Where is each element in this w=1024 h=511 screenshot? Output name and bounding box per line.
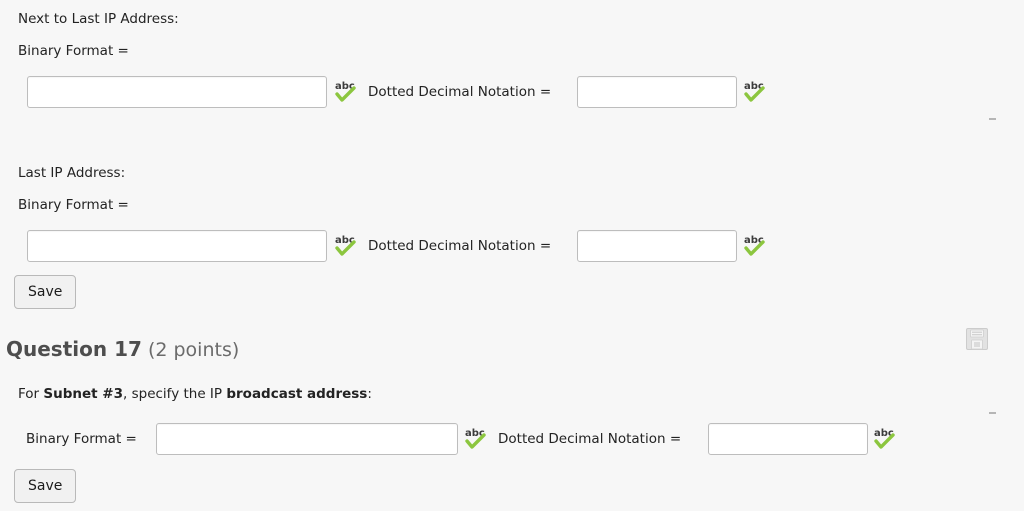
last-ip-dotted-input[interactable] xyxy=(577,230,737,262)
question-dotted-input[interactable] xyxy=(708,423,868,455)
abc-spellcheck-icon[interactable]: abc xyxy=(335,233,357,257)
prompt-emphasis: broadcast address xyxy=(226,386,368,402)
abc-spellcheck-icon[interactable]: abc xyxy=(744,79,766,103)
last-ip-heading: Last IP Address: xyxy=(18,165,126,181)
last-ip-binary-label: Binary Format = xyxy=(18,197,129,213)
quiz-page: Next to Last IP Address: Binary Format =… xyxy=(0,0,1024,511)
last-ip-binary-input[interactable] xyxy=(27,230,327,262)
question-title: Question 17 xyxy=(6,337,142,361)
question-points: (2 points) xyxy=(147,339,240,361)
save-button[interactable]: Save xyxy=(14,469,77,503)
prompt-subject: Subnet #3 xyxy=(43,386,124,402)
question-heading: Question 17 (2 points) xyxy=(6,337,239,364)
prompt-prefix: For xyxy=(18,386,44,402)
floppy-disk-save-icon[interactable] xyxy=(965,327,989,351)
next-to-last-ip-heading: Next to Last IP Address: xyxy=(18,11,179,27)
abc-spellcheck-icon[interactable]: abc xyxy=(465,426,487,450)
question-binary-input[interactable] xyxy=(156,423,458,455)
prompt-middle: , specify the IP xyxy=(123,386,227,402)
next-to-last-ip-dotted-label: Dotted Decimal Notation = xyxy=(368,84,552,100)
abc-spellcheck-icon[interactable]: abc xyxy=(874,426,896,450)
question-binary-label: Binary Format = xyxy=(26,431,137,447)
last-ip-dotted-label: Dotted Decimal Notation = xyxy=(368,238,552,254)
question-prompt: For Subnet #3, specify the IP broadcast … xyxy=(18,386,372,402)
next-to-last-ip-dotted-input[interactable] xyxy=(577,76,737,108)
abc-spellcheck-icon[interactable]: abc xyxy=(744,233,766,257)
abc-spellcheck-icon[interactable]: abc xyxy=(335,79,357,103)
row-end-dash-marker xyxy=(989,412,996,414)
question-dotted-label: Dotted Decimal Notation = xyxy=(498,431,682,447)
row-end-dash-marker xyxy=(989,118,996,120)
next-to-last-ip-binary-label: Binary Format = xyxy=(18,43,129,59)
save-button[interactable]: Save xyxy=(14,275,77,309)
next-to-last-ip-binary-input[interactable] xyxy=(27,76,327,108)
prompt-suffix: : xyxy=(367,386,372,402)
